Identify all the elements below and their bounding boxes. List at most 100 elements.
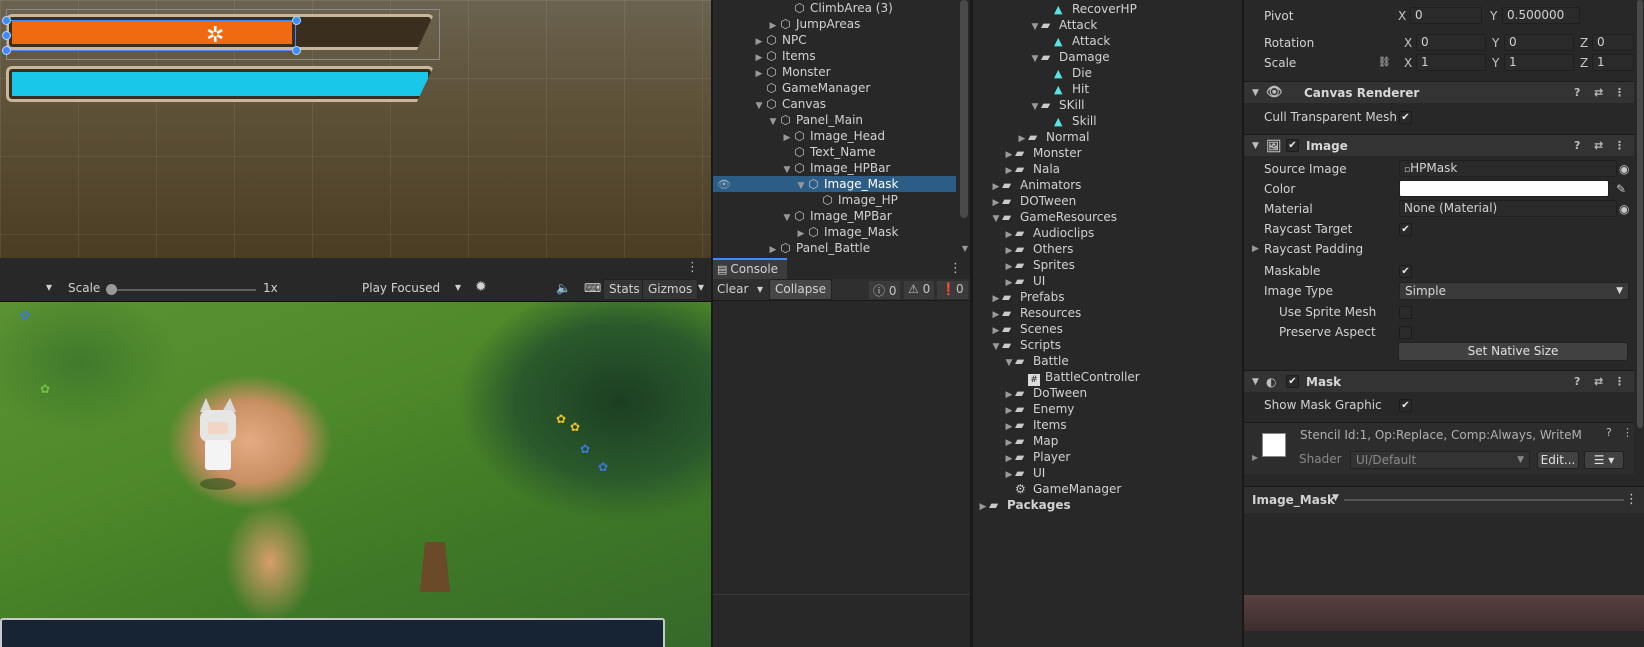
rect-handle-top-right[interactable] (292, 16, 301, 25)
tab-console[interactable]: ▤ Console (713, 258, 787, 279)
presets-icon[interactable]: ⇄ (1594, 82, 1603, 104)
foldout-arrow-icon[interactable]: ▼ (1252, 371, 1259, 393)
gizmos-button[interactable]: Gizmos (642, 279, 699, 300)
rotation-x-field[interactable]: 0 (1416, 34, 1486, 51)
source-image-field[interactable]: ▫HPMask (1399, 160, 1617, 177)
project-row[interactable]: ▶ ▰ DoTween (973, 385, 1228, 401)
project-row[interactable]: ▼ ▰ Attack (973, 17, 1228, 33)
hierarchy-row[interactable]: ⬡ Text_Name (713, 144, 956, 160)
inspector-scrollbar[interactable] (1637, 0, 1643, 428)
presets-icon[interactable]: ⇄ (1594, 371, 1603, 393)
constrain-proportions-icon[interactable]: ⛓ (1378, 53, 1391, 73)
project-row[interactable]: ▲ Skill (973, 113, 1228, 129)
canvas-renderer-header[interactable]: ▼ 👁 Canvas Renderer ? ⇄ ⋮ (1244, 81, 1634, 103)
hierarchy-row[interactable]: ▶ ⬡ Items (713, 48, 956, 64)
project-row[interactable]: ▶ ▰ Normal (973, 129, 1228, 145)
error-count[interactable]: ❗0 (937, 281, 968, 299)
scale-slider-knob[interactable] (106, 284, 117, 295)
hierarchy-row[interactable]: ▶ ⬡ Image_Mask (713, 224, 956, 240)
foldout-arrow-icon[interactable]: ▼ (1252, 82, 1259, 104)
hierarchy-row[interactable]: ⬡ Image_HP (713, 192, 956, 208)
play-mode-dropdown[interactable]: Play Focused (362, 281, 440, 295)
material-field[interactable]: None (Material) (1399, 200, 1617, 217)
pivot-y-field[interactable]: 0.500000 (1502, 7, 1580, 24)
project-row[interactable]: ▶ ▰ Nala (973, 161, 1228, 177)
foldout-arrow-icon[interactable]: ▶ (767, 242, 779, 258)
warning-count[interactable]: ⚠ 0 (904, 281, 935, 299)
hierarchy-row[interactable]: ▼ ⬡ Canvas (713, 96, 956, 112)
pivot-icon[interactable]: ✲ (206, 25, 224, 47)
scale-z-field[interactable]: 1 (1592, 54, 1634, 71)
hierarchy-row[interactable]: 👁 ▼ ⬡ Image_Mask (713, 176, 956, 192)
shader-dropdown[interactable]: UI/Default ▼ (1350, 451, 1530, 469)
rotation-z-field[interactable]: 0 (1592, 34, 1634, 51)
project-row[interactable]: ▲ Die (973, 65, 1228, 81)
stats-button[interactable]: Stats (603, 279, 646, 300)
eyedropper-icon[interactable]: ✎ (1616, 179, 1626, 199)
foldout-arrow-icon[interactable]: ▶ (977, 499, 989, 515)
preview-resize-handle[interactable] (1344, 499, 1624, 501)
foldout-arrow-icon[interactable]: ▶ (1252, 453, 1258, 462)
project-row[interactable]: ▼ ▰ Damage (973, 49, 1228, 65)
foldout-arrow-icon[interactable]: ▶ (1252, 239, 1259, 259)
hierarchy-row[interactable]: ⬡ ClimbArea (3) (713, 0, 956, 16)
color-swatch[interactable] (1399, 180, 1609, 197)
component-menu-icon[interactable]: ⋮ (1622, 426, 1633, 439)
image-header[interactable]: ▼ 🖼 ✔ Image ? ⇄ ⋮ (1244, 134, 1634, 156)
project-row[interactable]: ▶ ▰ Audioclips (973, 225, 1228, 241)
hierarchy-row[interactable]: ⬡ GameManager (713, 80, 956, 96)
project-row[interactable]: ⚙ GameManager (973, 481, 1228, 497)
collapse-button[interactable]: Collapse (769, 279, 832, 300)
mp-bar-frame[interactable] (6, 66, 434, 102)
project-row[interactable]: # BattleController (973, 369, 1228, 386)
project-row[interactable]: ▼ ▰ Scripts (973, 337, 1228, 353)
shader-options-button[interactable]: ☰ ▾ (1584, 451, 1624, 469)
project-row[interactable]: ▼ ▰ Battle (973, 353, 1228, 369)
mask-enabled-checkbox[interactable]: ✔ (1286, 375, 1299, 388)
project-row[interactable]: ▶ ▰ Others (973, 241, 1228, 257)
hierarchy-row[interactable]: ▼ ⬡ Image_MPBar (713, 208, 956, 224)
project-row[interactable]: ▲ RecoverHP (973, 1, 1228, 17)
project-row[interactable]: ▶ ▰ Player (973, 449, 1228, 465)
hierarchy-row[interactable]: ▼ ⬡ Panel_Main (713, 112, 956, 128)
audio-mute-icon[interactable]: 🔈 (556, 281, 571, 295)
hierarchy-row[interactable]: ▶ ⬡ NPC (713, 32, 956, 48)
play-mode-arrow-icon[interactable]: ▾ (455, 280, 461, 294)
image-enabled-checkbox[interactable]: ✔ (1286, 139, 1299, 152)
rect-handle-top-left[interactable] (2, 16, 11, 25)
scroll-down-icon[interactable]: ▼ (962, 244, 968, 253)
rect-handle-left-pivot[interactable] (2, 31, 11, 40)
clear-button[interactable]: Clear (717, 282, 748, 296)
visibility-icon[interactable]: 👁 (717, 178, 731, 191)
show-mask-graphic-checkbox[interactable]: ✔ (1399, 399, 1412, 412)
help-icon[interactable]: ? (1606, 426, 1612, 439)
hierarchy-row[interactable]: ▼ ⬡ Image_HPBar (713, 160, 956, 176)
bug-icon[interactable]: ✹ (475, 279, 487, 295)
maskable-checkbox[interactable]: ✔ (1399, 265, 1412, 278)
rect-handle-bottom-left[interactable] (2, 46, 11, 55)
help-icon[interactable]: ? (1574, 82, 1580, 104)
project-row[interactable]: ▶ ▰ UI (973, 273, 1228, 289)
project-row[interactable]: ▶ ▰ Prefabs (973, 289, 1228, 305)
project-row[interactable]: ▶ ▰ Map (973, 433, 1228, 449)
scale-y-field[interactable]: 1 (1504, 54, 1574, 71)
project-row[interactable]: ▶ ▰ Monster (973, 145, 1228, 161)
hierarchy-row[interactable]: ▶ ⬡ Monster (713, 64, 956, 80)
chevron-down-icon[interactable]: ▼ (1332, 493, 1339, 503)
project-row[interactable]: ▶ ▰ UI (973, 465, 1228, 481)
game-view[interactable]: ✿ ✿ ✿ ✿ ✿ ✿ (0, 302, 711, 647)
object-picker-icon[interactable]: ◉ (1619, 159, 1629, 179)
project-row[interactable]: ▲ Hit (973, 81, 1228, 97)
raycast-target-checkbox[interactable]: ✔ (1399, 223, 1412, 236)
gizmos-arrow-icon[interactable]: ▾ (698, 280, 704, 294)
mask-header[interactable]: ▼ ◐ ✔ Mask ? ⇄ ⋮ (1244, 370, 1634, 392)
component-menu-icon[interactable]: ⋮ (1614, 135, 1625, 157)
hierarchy-row[interactable]: ▶ ⬡ JumpAreas (713, 16, 956, 32)
keyboard-icon[interactable]: ⌨ (584, 281, 601, 295)
project-row[interactable]: ▲ Attack (973, 33, 1228, 49)
scene-view[interactable]: ✲ ⋮ (0, 0, 711, 258)
hierarchy-row[interactable]: ▶ ⬡ Image_Head (713, 128, 956, 144)
help-icon[interactable]: ? (1574, 135, 1580, 157)
project-row[interactable]: ▶ ▰ Items (973, 417, 1228, 433)
clear-dropdown-icon[interactable]: ▾ (757, 282, 763, 296)
